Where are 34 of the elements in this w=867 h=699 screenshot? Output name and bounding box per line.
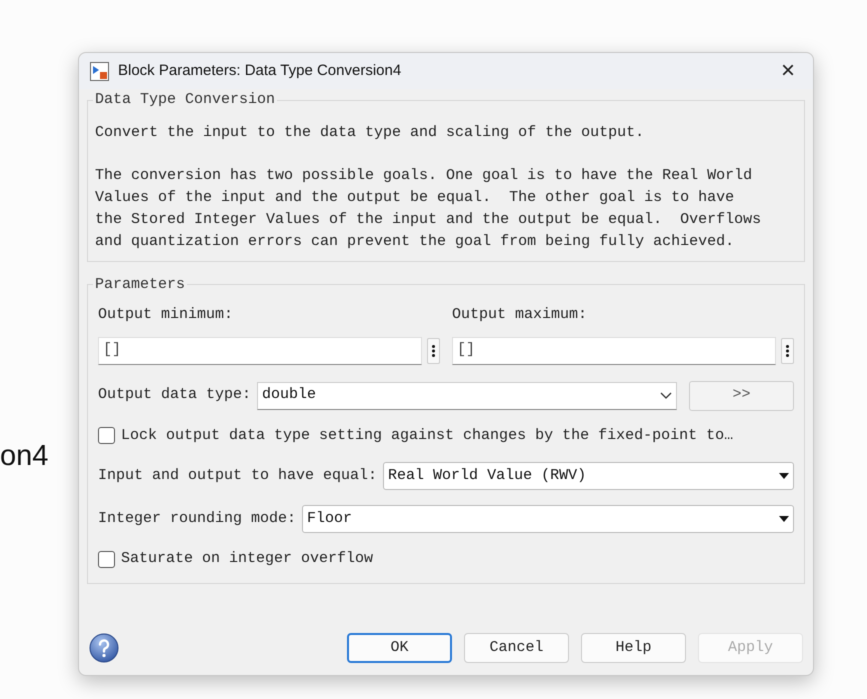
dropdown-arrow-icon xyxy=(779,473,789,479)
vertical-dots-icon xyxy=(786,344,789,356)
text-field[interactable]: [] xyxy=(98,336,422,364)
background-window-title: on4 xyxy=(0,442,48,471)
dialog-button[interactable]: OK xyxy=(347,633,452,663)
checkbox[interactable] xyxy=(98,550,115,568)
app-icon xyxy=(90,62,109,80)
description-text: The conversion has two possible goals. One goal is to have the Real World Values of the input and the output be equal. The other goal is to have the Stored Integer Values of the input and the output be equal. Overflows and quantization errors can prevent the goal from being fully achieved. xyxy=(95,166,762,252)
more-options-button[interactable] xyxy=(781,338,794,364)
field-label: Output data type: xyxy=(98,385,252,406)
help-icon[interactable] xyxy=(89,633,119,663)
vertical-dots-icon xyxy=(432,344,435,356)
checkbox-label: Lock output data type setting against changes by the fixed-point to… xyxy=(121,426,734,446)
text-field[interactable]: [] xyxy=(452,336,776,364)
dialog-button[interactable]: Cancel xyxy=(464,633,569,663)
dropdown[interactable]: Real World Value (RWV) xyxy=(383,462,794,490)
more-options-button[interactable] xyxy=(427,338,440,364)
field-label: Input and output to have equal: xyxy=(98,466,378,486)
group-title: Parameters xyxy=(94,274,186,294)
field-label: Integer rounding mode: xyxy=(98,508,296,529)
dropdown[interactable]: Floor xyxy=(302,505,794,533)
checkbox[interactable] xyxy=(98,427,115,444)
checkbox-label: Saturate on integer overflow xyxy=(121,549,374,569)
data-type-assistant-button[interactable]: >> xyxy=(689,380,794,410)
dropdown-arrow-icon xyxy=(779,516,789,522)
field-label: Output maximum: xyxy=(452,305,588,325)
data-type-combobox[interactable]: double xyxy=(257,382,677,410)
group-title: Data Type Conversion xyxy=(94,90,276,110)
chevron-down-icon xyxy=(660,392,672,399)
dialog-button[interactable]: Help xyxy=(581,633,686,663)
window-title: Block Parameters: Data Type Conversion4 xyxy=(118,60,402,81)
field-label: Output minimum: xyxy=(98,305,234,325)
description-text: Convert the input to the data type and scaling of the output. xyxy=(95,122,646,142)
close-button[interactable]: × xyxy=(774,57,802,85)
